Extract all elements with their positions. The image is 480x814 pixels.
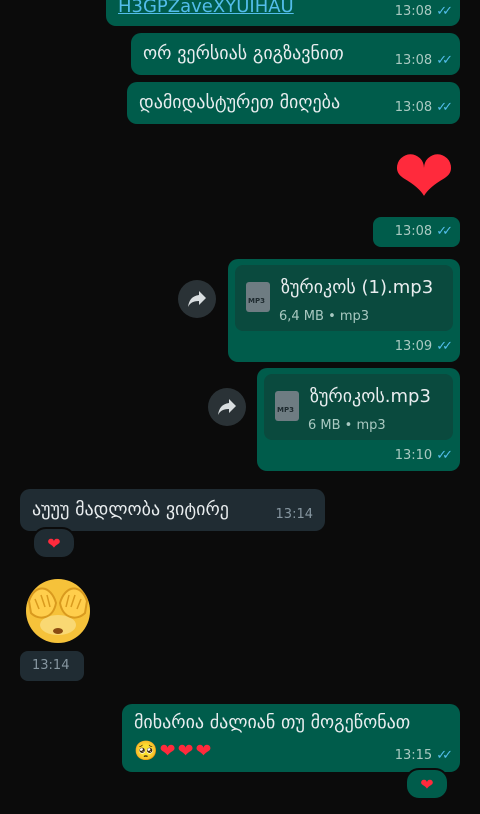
- message-time: 13:15: [394, 748, 433, 763]
- read-ticks-icon: ✓✓: [436, 100, 453, 115]
- read-ticks-icon: ✓✓: [436, 224, 453, 239]
- message-meta: 13:08 ✓✓: [394, 100, 453, 115]
- message-meta: 13:10 ✓✓: [394, 448, 453, 463]
- read-ticks-icon: ✓✓: [436, 4, 453, 19]
- message-meta: 13:08 ✓✓: [394, 53, 453, 68]
- message-text: დამიდასტურეთ მიღება: [139, 92, 341, 113]
- read-ticks-icon: ✓✓: [436, 748, 453, 763]
- message-time: 13:08: [394, 4, 433, 19]
- emoji-time-chip: 13:14: [20, 651, 84, 681]
- forward-icon: [188, 291, 206, 307]
- reaction-badge[interactable]: ❤: [32, 527, 76, 559]
- heart-icon: ❤: [420, 774, 434, 794]
- file-attachment[interactable]: MP3 ზურიკოს (1).mp3 6,4 MB • mp3: [235, 265, 453, 331]
- file-message-bubble[interactable]: MP3 ზურიკოს.mp3 6 MB • mp3 13:10 ✓✓: [257, 368, 460, 471]
- message-meta: 13:08 ✓✓: [394, 224, 453, 239]
- message-time: 13:10: [394, 448, 433, 463]
- message-bubble-incoming[interactable]: აუუუ მადლობა ვიტირე 13:14: [20, 489, 325, 531]
- file-size: 6 MB • mp3: [308, 418, 386, 433]
- read-ticks-icon: ✓✓: [436, 53, 453, 68]
- message-bubble[interactable]: ორ ვერსიას გიგზავნით 13:08 ✓✓: [131, 33, 460, 75]
- message-time: 13:08: [394, 100, 433, 115]
- see-no-evil-monkey-icon: [26, 579, 90, 643]
- message-meta: 13:14: [32, 658, 69, 673]
- message-meta: 13:14: [276, 507, 313, 522]
- message-bubble-link[interactable]: H3GPZaveXYUIHAU 13:08 ✓✓: [106, 0, 460, 26]
- message-meta: 13:09 ✓✓: [394, 339, 453, 354]
- message-text: აუუუ მადლობა ვიტირე: [32, 499, 229, 520]
- message-text: ორ ვერსიას გიგზავნით: [143, 43, 344, 64]
- message-text: მიხარია ძალიან თუ მოგეწონათ: [134, 712, 411, 733]
- message-meta: 13:08 ✓✓: [394, 4, 453, 19]
- message-bubble[interactable]: მიხარია ძალიან თუ მოგეწონათ 🥺❤❤❤ 13:15 ✓…: [122, 704, 460, 772]
- message-time: 13:14: [32, 658, 70, 673]
- emoji-row: 🥺❤❤❤: [134, 740, 214, 762]
- file-name: ზურიკოს.mp3: [310, 386, 431, 407]
- forward-button[interactable]: [178, 280, 216, 318]
- file-message-bubble[interactable]: MP3 ზურიკოს (1).mp3 6,4 MB • mp3 13:09 ✓…: [228, 259, 460, 362]
- forward-button[interactable]: [208, 388, 246, 426]
- file-size: 6,4 MB • mp3: [279, 309, 370, 324]
- heart-emoji-message[interactable]: ❤: [384, 140, 464, 214]
- message-link-text[interactable]: H3GPZaveXYUIHAU: [118, 0, 294, 18]
- heart-icon: ❤: [392, 134, 455, 220]
- message-time: 13:14: [275, 507, 313, 522]
- file-attachment[interactable]: MP3 ზურიკოს.mp3 6 MB • mp3: [264, 374, 453, 440]
- read-ticks-icon: ✓✓: [436, 448, 453, 463]
- message-bubble[interactable]: დამიდასტურეთ მიღება 13:08 ✓✓: [127, 82, 460, 124]
- message-time: 13:09: [394, 339, 433, 354]
- message-meta: 13:15 ✓✓: [394, 748, 453, 763]
- reaction-badge[interactable]: ❤: [405, 768, 449, 800]
- audio-file-icon: MP3: [275, 391, 299, 421]
- file-name: ზურიკოს (1).mp3: [281, 277, 434, 298]
- read-ticks-icon: ✓✓: [436, 339, 453, 354]
- audio-file-icon: MP3: [246, 282, 270, 312]
- message-time: 13:08: [394, 224, 433, 239]
- heart-icon: ❤: [47, 533, 61, 553]
- see-no-evil-emoji-message[interactable]: [20, 572, 96, 646]
- forward-icon: [218, 399, 236, 415]
- emoji-time-chip: 13:08 ✓✓: [373, 217, 460, 247]
- message-time: 13:08: [394, 53, 433, 68]
